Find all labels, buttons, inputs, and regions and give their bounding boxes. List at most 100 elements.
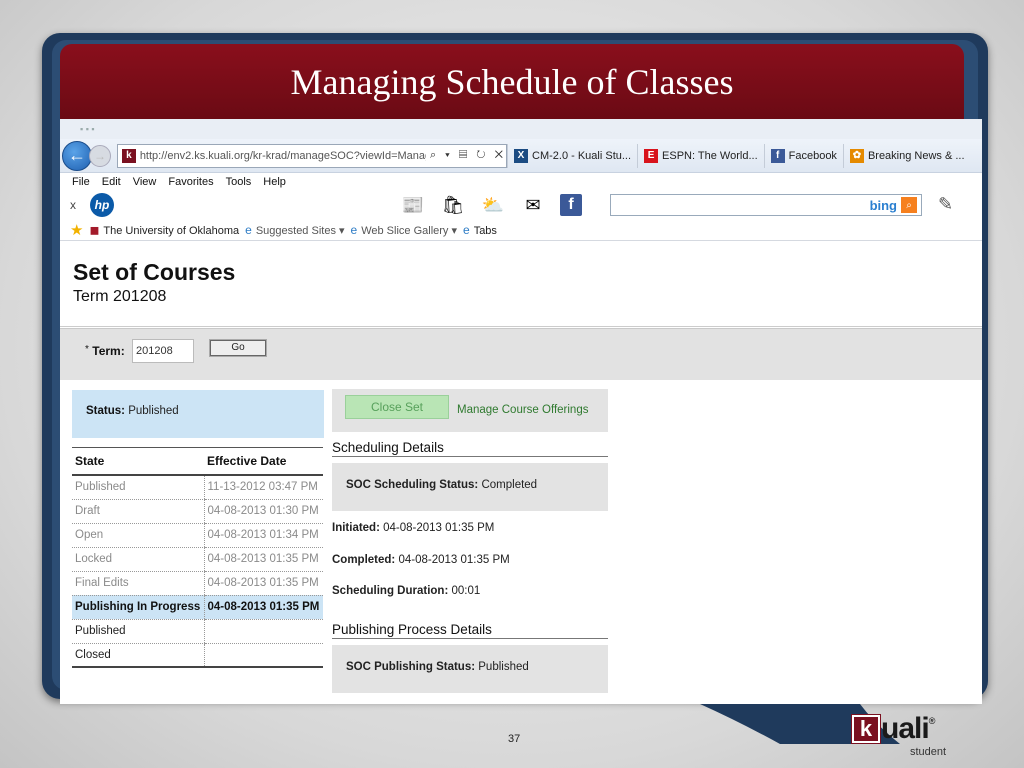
menu-item[interactable]: View [133, 176, 157, 188]
shopping-icon[interactable]: 🛍 [440, 194, 466, 216]
menu-item[interactable]: File [72, 176, 90, 188]
slide-title-bar: Managing Schedule of Classes [60, 44, 964, 120]
tab-label: ESPN: The World... [662, 149, 758, 162]
duration-value: 00:01 [451, 585, 481, 597]
table-row: Draft 04-08-2013 01:30 PM [72, 499, 323, 524]
kuali-mark-icon: k [852, 715, 880, 743]
effective-date-cell: 04-08-2013 01:35 PM [203, 571, 323, 596]
back-arrow-icon[interactable]: ← [62, 140, 92, 171]
state-cell: Open [72, 523, 204, 548]
favorite-icon: e [350, 222, 358, 237]
tools-icon[interactable]: ✎ [938, 194, 953, 215]
browser-tab[interactable]: ✿ Breaking News & ... [842, 143, 971, 168]
publishing-status-value: Published [478, 661, 529, 673]
search-icon[interactable]: ⌕ [901, 197, 917, 213]
address-row: ← → k http://env2.ks.kuali.org/kr-krad/m… [60, 139, 982, 173]
toolbar-row: x hp 📰 🛍 ⛅ ✉ f bing ⌕ ✎ [60, 191, 982, 219]
state-cell: Publishing In Progress [72, 595, 204, 620]
slide-number: 37 [508, 733, 521, 745]
favorite-icon: ◼ [89, 222, 100, 237]
bing-logo: bing [869, 197, 897, 213]
duration-detail: Scheduling Duration: 00:01 [332, 585, 480, 597]
mail-icon[interactable]: ✉ [520, 194, 546, 216]
scheduling-status-box: SOC Scheduling Status: Completed [332, 463, 608, 511]
search-input[interactable]: bing ⌕ [610, 194, 922, 216]
browser-tab[interactable]: E ESPN: The World... [637, 143, 764, 168]
duration-label: Scheduling Duration: [332, 585, 449, 597]
favorite-link[interactable]: e Suggested Sites ▾ [245, 223, 344, 237]
initiated-label: Initiated: [332, 522, 380, 534]
favorite-label: Suggested Sites ▾ [255, 224, 345, 237]
publishing-status-label: SOC Publishing Status: [346, 661, 476, 673]
address-bar-controls-icon[interactable]: ⌕ ▾ ▤ ↻ ✕ [430, 149, 506, 162]
publishing-status-box: SOC Publishing Status: Published [332, 645, 608, 693]
close-toolbar-icon[interactable]: x [70, 198, 76, 212]
table-header-row: State Effective Date [72, 447, 323, 476]
page-subtitle: Term 201208 [73, 288, 167, 305]
favorite-label: Web Slice Gallery ▾ [361, 224, 457, 237]
favorite-link[interactable]: ◼ The University of Oklahoma [89, 223, 239, 237]
tab-label: Facebook [788, 149, 837, 162]
term-input[interactable] [132, 339, 194, 363]
favorite-link[interactable]: e Web Slice Gallery ▾ [351, 223, 457, 237]
state-cell: Draft [72, 499, 204, 524]
effective-date-column-header: Effective Date [204, 447, 323, 476]
term-search-bar: * Term: Go [60, 328, 982, 380]
effective-date-cell: 04-08-2013 01:35 PM [203, 547, 323, 572]
initiated-detail: Initiated: 04-08-2013 01:35 PM [332, 522, 494, 534]
scheduling-status-label: SOC Scheduling Status: [346, 479, 479, 491]
favorite-label: The University of Oklahoma [103, 224, 240, 237]
slide-title: Managing Schedule of Classes [290, 62, 734, 102]
menu-item[interactable]: Tools [226, 176, 252, 188]
news-icon[interactable]: 📰 [400, 194, 426, 216]
browser-tabs: X CM-2.0 - Kuali Stu... E ESPN: The World..… [507, 143, 971, 168]
status-label: Status: [86, 405, 125, 417]
browser-tab[interactable]: X CM-2.0 - Kuali Stu... [507, 143, 637, 168]
tab-favicon-icon: X [514, 148, 528, 163]
kuali-subtitle: student [910, 746, 947, 758]
tab-label: Breaking News & ... [867, 149, 965, 162]
manage-course-offerings-link[interactable]: Manage Course Offerings [457, 404, 588, 416]
favorite-label: Tabs [473, 224, 497, 237]
office-ribbon: ▪ ▪ ▪ [60, 119, 982, 139]
address-bar[interactable]: k http://env2.ks.kuali.org/kr-krad/manag… [117, 143, 507, 168]
table-row: Locked 04-08-2013 01:35 PM [72, 547, 323, 572]
completed-detail: Completed: 04-08-2013 01:35 PM [332, 554, 510, 566]
quick-access-icons: ▪ ▪ ▪ [80, 124, 95, 134]
completed-value: 04-08-2013 01:35 PM [398, 554, 510, 566]
table-row: Publishing In Progress 04-08-2013 01:35 P… [72, 595, 323, 620]
browser-screenshot: ▪ ▪ ▪ ← → k http://env2.ks.kuali.org/kr-… [60, 119, 982, 704]
effective-date-cell [203, 643, 323, 668]
effective-date-cell: 04-08-2013 01:34 PM [203, 523, 323, 548]
menu-item[interactable]: Favorites [168, 176, 213, 188]
menu-item[interactable]: Edit [102, 176, 121, 188]
close-set-button[interactable]: Close Set [345, 395, 449, 419]
favorites-bar: ★ ◼ The University of Oklahoma e Suggested … [60, 219, 982, 241]
menu-item[interactable]: Help [263, 176, 286, 188]
kuali-wordmark: uali [881, 712, 930, 745]
tab-favicon-icon: ✿ [849, 148, 864, 163]
initiated-value: 04-08-2013 01:35 PM [383, 522, 495, 534]
state-cell: Published [72, 475, 204, 500]
state-cell: Published [72, 619, 204, 644]
menu-bar: File Edit View Favorites Tools Help [60, 173, 982, 191]
toolbar-icons: 📰 🛍 ⛅ ✉ f [400, 194, 582, 216]
favorite-link[interactable]: e Tabs [463, 223, 497, 237]
weather-icon[interactable]: ⛅ [480, 194, 506, 216]
facebook-icon[interactable]: f [560, 194, 582, 216]
footer-swoosh [700, 704, 900, 744]
state-column-header: State [72, 447, 204, 476]
page-title: Set of Courses [73, 259, 236, 285]
favorite-icon: e [245, 222, 252, 237]
hp-logo-icon[interactable]: hp [90, 193, 114, 217]
state-history-table: State Effective Date Published 11-13-2012… [72, 447, 323, 668]
publishing-details-title: Publishing Process Details [332, 622, 608, 639]
table-row: Open 04-08-2013 01:34 PM [72, 523, 323, 548]
state-cell: Locked [72, 547, 204, 572]
go-button[interactable]: Go [209, 339, 267, 357]
completed-label: Completed: [332, 554, 396, 566]
browser-tab[interactable]: f Facebook [763, 143, 843, 168]
forward-arrow-icon[interactable]: → [89, 144, 111, 167]
term-label: * Term: [85, 344, 125, 358]
favorites-star-icon[interactable]: ★ [70, 221, 83, 239]
